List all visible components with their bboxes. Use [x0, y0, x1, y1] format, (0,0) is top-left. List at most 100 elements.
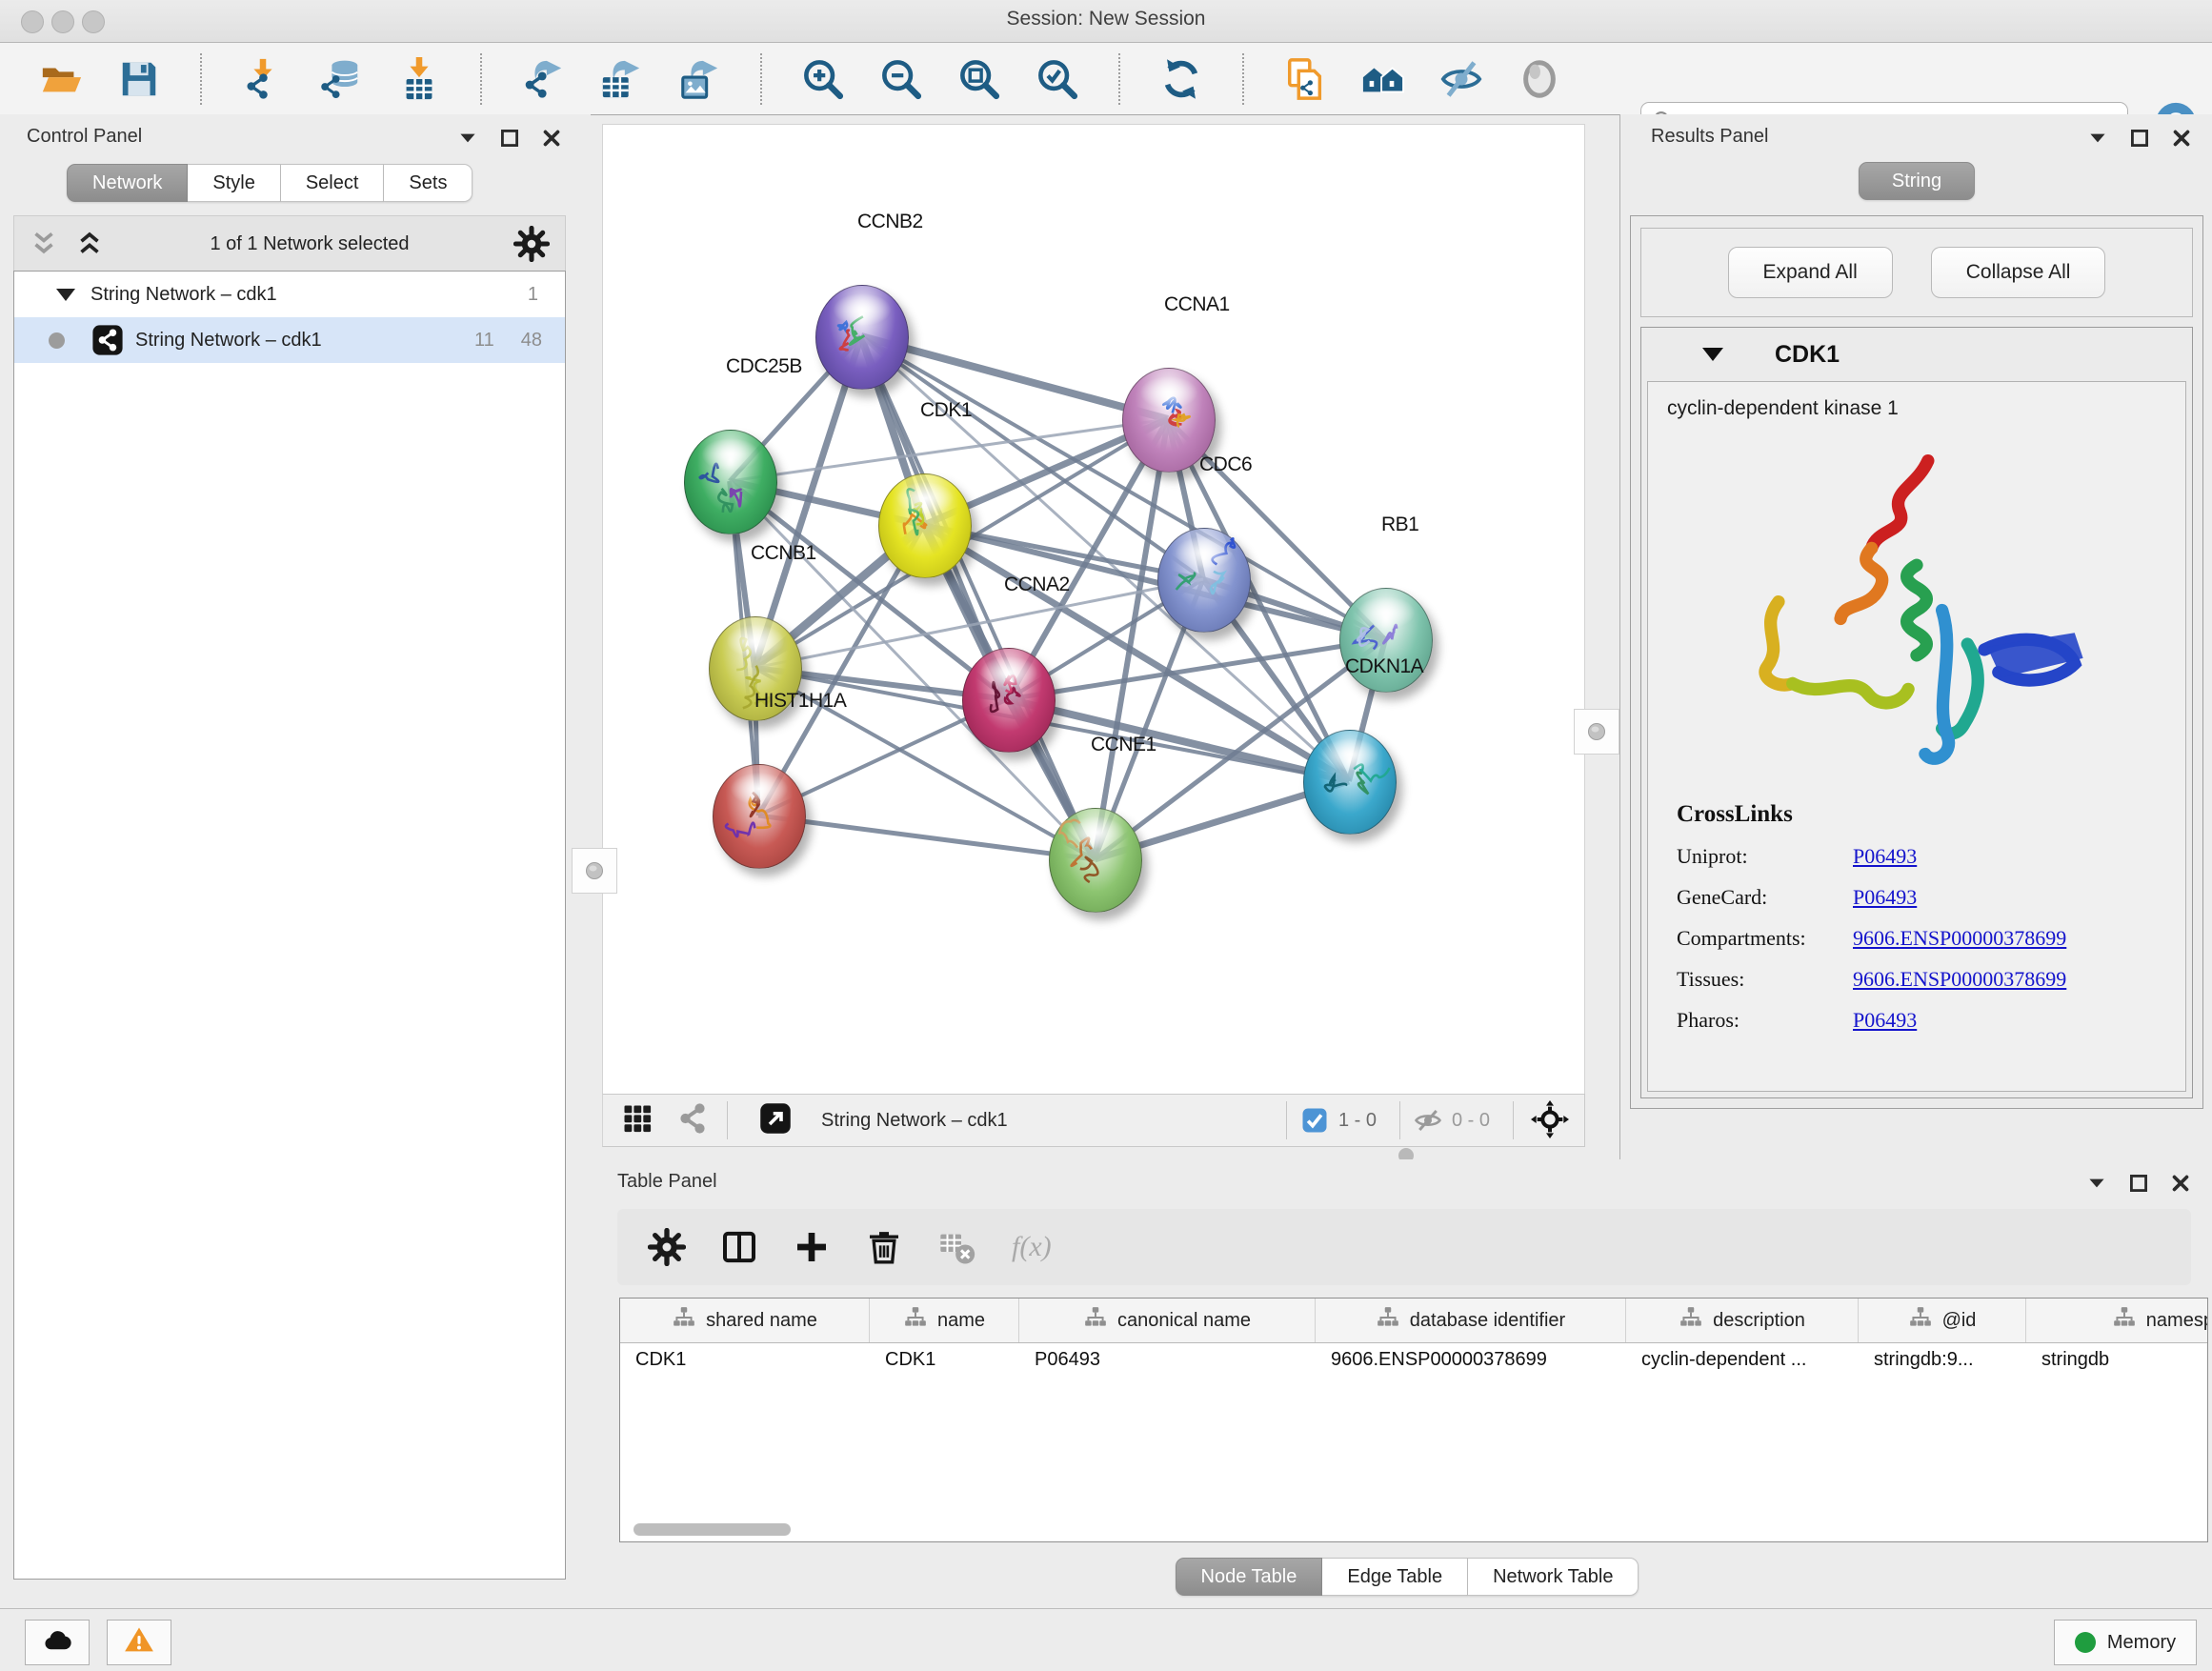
node-CCNA2[interactable]: CCNA2	[962, 648, 1054, 751]
memory-button[interactable]: Memory	[2054, 1620, 2197, 1665]
node-section-header[interactable]: CDK1	[1641, 328, 2192, 381]
column-header-description[interactable]: description	[1626, 1299, 1859, 1342]
cell[interactable]: P06493	[1019, 1343, 1316, 1381]
dropdown-arrow-icon[interactable]	[455, 126, 480, 151]
cell[interactable]: stringdb:9...	[1859, 1343, 2026, 1381]
birdseye-crosshair-icon[interactable]	[1531, 1100, 1571, 1140]
dropdown-arrow-icon[interactable]	[2084, 1171, 2109, 1196]
close-panel-icon[interactable]	[2169, 126, 2194, 151]
export-table-icon[interactable]	[598, 56, 644, 102]
crosslink-link[interactable]: P06493	[1853, 844, 1917, 869]
tab-select[interactable]: Select	[281, 164, 385, 202]
node-CDK1[interactable]: CDK1	[878, 473, 970, 576]
section-collapse-triangle-icon[interactable]	[1702, 348, 1723, 361]
import-network-database-icon[interactable]	[318, 56, 364, 102]
grid-view-icon[interactable]	[620, 1101, 658, 1139]
cell[interactable]: stringdb	[2026, 1343, 2208, 1381]
expand-all-button[interactable]: Expand All	[1728, 247, 1893, 298]
column-header-shared-name[interactable]: shared name	[620, 1299, 870, 1342]
column-header-namespace[interactable]: namespace	[2026, 1299, 2208, 1342]
edge-CCNB2-CCNE1[interactable]	[861, 336, 1095, 859]
warning-icon	[123, 1624, 155, 1661]
tab-edge-table[interactable]: Edge Table	[1322, 1558, 1468, 1596]
crosslink-link[interactable]: P06493	[1853, 1008, 1917, 1033]
column-header-database-identifier[interactable]: database identifier	[1316, 1299, 1626, 1342]
network-canvas[interactable]: CCNB2CCNA1CDC25BCDK1CDC6RB1CCNB1CCNA2CDK…	[602, 124, 1585, 1096]
collapse-triangle-icon[interactable]	[56, 289, 75, 301]
crosslink-link[interactable]: P06493	[1853, 885, 1917, 910]
close-panel-icon[interactable]	[539, 126, 564, 151]
float-panel-icon[interactable]	[2127, 126, 2152, 151]
cell[interactable]: cyclin-dependent ...	[1626, 1343, 1859, 1381]
cell[interactable]: 9606.ENSP00000378699	[1316, 1343, 1626, 1381]
zoom-out-icon[interactable]	[878, 56, 924, 102]
cloud-button[interactable]	[25, 1620, 90, 1665]
tab-style[interactable]: Style	[188, 164, 280, 202]
zoom-selected-icon[interactable]	[1035, 56, 1080, 102]
show-panels-icon[interactable]	[1517, 56, 1562, 102]
delete-column-icon[interactable]	[861, 1224, 907, 1270]
show-columns-icon[interactable]	[716, 1224, 762, 1270]
export-network-icon[interactable]	[520, 56, 566, 102]
right-splitter-handle[interactable]	[1574, 709, 1619, 755]
hide-panels-icon[interactable]	[1438, 56, 1484, 102]
column-header--id[interactable]: @id	[1859, 1299, 2026, 1342]
float-panel-icon[interactable]	[2126, 1171, 2151, 1196]
tab-string[interactable]: String	[1859, 162, 1975, 200]
toolbar-separator	[760, 53, 762, 105]
table-row[interactable]: CDK1CDK1P064939606.ENSP00000378699cyclin…	[620, 1343, 2208, 1381]
node-CDC25B[interactable]: CDC25B	[684, 430, 775, 533]
close-panel-icon[interactable]	[2168, 1171, 2193, 1196]
node-label: CDKN1A	[1345, 655, 1423, 678]
warning-button[interactable]	[107, 1620, 171, 1665]
column-header-name[interactable]: name	[870, 1299, 1019, 1342]
left-splitter-handle[interactable]	[572, 848, 617, 894]
column-header-canonical-name[interactable]: canonical name	[1019, 1299, 1316, 1342]
float-panel-icon[interactable]	[497, 126, 522, 151]
hidden-eye-icon[interactable]	[1414, 1106, 1442, 1135]
share-view-icon[interactable]	[675, 1101, 714, 1139]
expand-all-icon[interactable]	[73, 228, 106, 260]
node-HIST1H1A[interactable]: HIST1H1A	[713, 764, 804, 867]
dropdown-arrow-icon[interactable]	[2085, 126, 2110, 151]
open-in-new-window-icon[interactable]	[758, 1101, 796, 1139]
home-panel-icon[interactable]	[1360, 56, 1406, 102]
selected-checkbox-icon[interactable]	[1300, 1106, 1329, 1135]
node-CDKN1A[interactable]: CDKN1A	[1303, 730, 1395, 833]
network-collection-row[interactable]: String Network – cdk1 1	[14, 272, 565, 317]
horizontal-scrollbar[interactable]	[633, 1523, 791, 1536]
node-CCNB2[interactable]: CCNB2	[815, 285, 907, 388]
cell[interactable]: CDK1	[620, 1343, 870, 1381]
tab-sets[interactable]: Sets	[384, 164, 473, 202]
separator	[1286, 1101, 1287, 1139]
import-table-file-icon[interactable]	[396, 56, 442, 102]
import-network-file-icon[interactable]	[240, 56, 286, 102]
tab-network-table[interactable]: Network Table	[1468, 1558, 1639, 1596]
network-row[interactable]: String Network – cdk1 11 48	[14, 317, 565, 363]
node-ball	[1157, 528, 1251, 633]
table-settings-gear-icon[interactable]	[644, 1224, 690, 1270]
crosslink-link[interactable]: 9606.ENSP00000378699	[1853, 967, 2066, 992]
tab-node-table[interactable]: Node Table	[1176, 1558, 1323, 1596]
gear-icon[interactable]	[513, 226, 550, 262]
crosslink-link[interactable]: 9606.ENSP00000378699	[1853, 926, 2066, 951]
collection-count: 1	[528, 284, 538, 306]
zoom-in-icon[interactable]	[800, 56, 846, 102]
open-file-icon[interactable]	[38, 56, 84, 102]
export-image-icon[interactable]	[676, 56, 722, 102]
create-column-icon[interactable]	[789, 1224, 835, 1270]
cell[interactable]: CDK1	[870, 1343, 1019, 1381]
tab-network[interactable]: Network	[67, 164, 188, 202]
collapse-all-button[interactable]: Collapse All	[1931, 247, 2106, 298]
memory-label: Memory	[2107, 1632, 2176, 1654]
node-CDC6[interactable]: CDC6	[1157, 528, 1249, 631]
control-panel-tabs: NetworkStyleSelectSets	[67, 164, 473, 202]
node-CCNE1[interactable]: CCNE1	[1049, 808, 1140, 911]
edge-HIST1H1A-CCNE1[interactable]	[758, 815, 1095, 859]
clone-network-icon[interactable]	[1282, 56, 1328, 102]
collapse-all-icon[interactable]	[28, 228, 60, 260]
zoom-fit-icon[interactable]	[956, 56, 1002, 102]
table-panel: Table Panel f(x) shared namenamecanonica…	[602, 1159, 2212, 1608]
refresh-view-icon[interactable]	[1158, 56, 1204, 102]
save-session-icon[interactable]	[116, 56, 162, 102]
